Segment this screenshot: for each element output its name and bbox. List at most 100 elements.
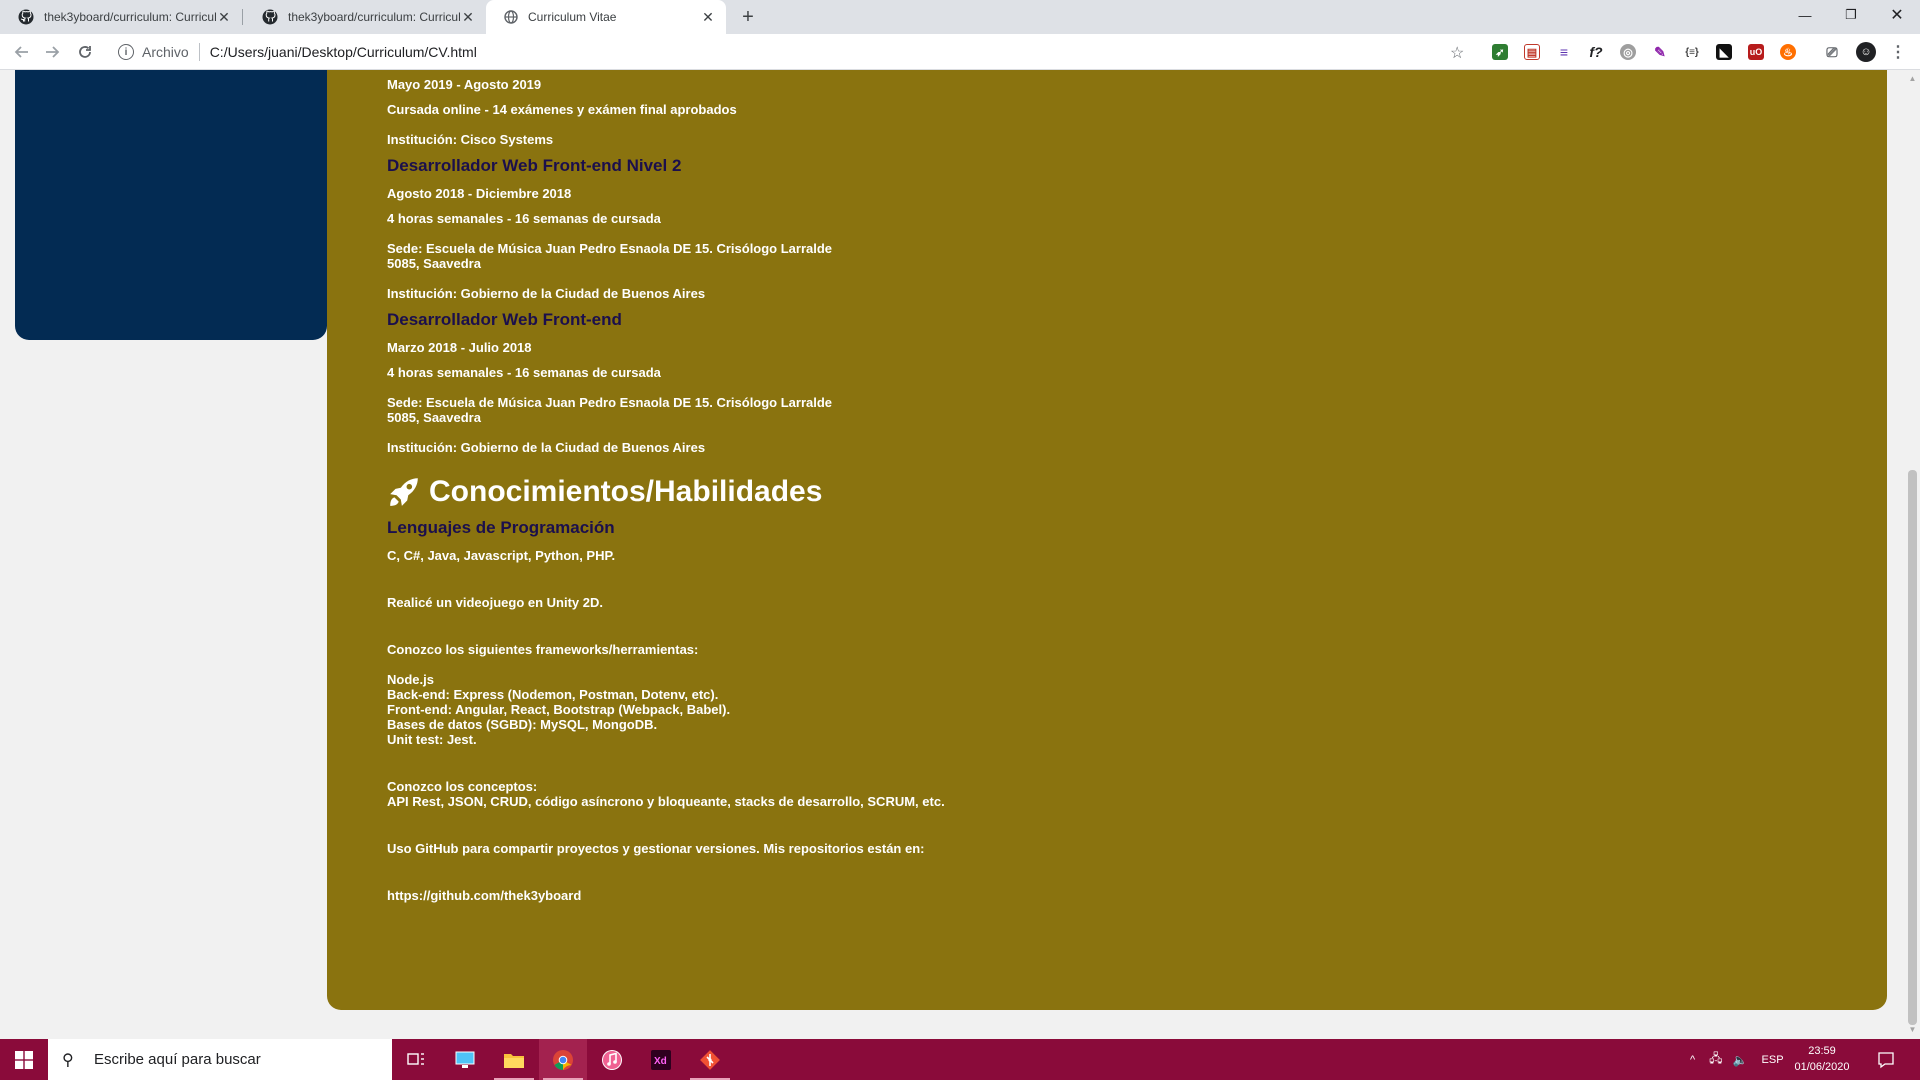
skills-text: Uso GitHub para compartir proyectos y ge… xyxy=(387,841,925,856)
new-tab-button[interactable]: + xyxy=(736,5,760,29)
globe-icon xyxy=(504,10,518,24)
monitor-icon xyxy=(455,1051,475,1068)
minimize-button[interactable]: — xyxy=(1782,0,1828,30)
language-indicator[interactable]: ESP xyxy=(1762,1054,1784,1066)
page-viewport: Mayo 2019 - Agosto 2019 Cursada online -… xyxy=(0,70,1905,1039)
bookmark-star-icon[interactable]: ☆ xyxy=(1450,43,1464,63)
chevron-up-icon[interactable]: ^ xyxy=(1690,1054,1695,1066)
course-dates: Agosto 2018 - Diciembre 2018 xyxy=(387,186,572,201)
address-bar[interactable]: i Archivo C:/Users/juani/Desktop/Curricu… xyxy=(108,38,1468,66)
reload-button[interactable] xyxy=(73,40,97,64)
start-button[interactable] xyxy=(0,1039,48,1080)
course-institution: Institución: Gobierno de la Ciudad de Bu… xyxy=(387,440,706,455)
close-window-button[interactable]: ✕ xyxy=(1874,0,1920,30)
network-icon[interactable]: 🖧 xyxy=(1709,1049,1722,1070)
subsection-title: Lenguajes de Programación xyxy=(387,518,615,537)
svg-text:Xd: Xd xyxy=(654,1056,667,1067)
extension-formula-icon[interactable]: f? xyxy=(1588,44,1604,60)
skills-text: Front-end: Angular, React, Bootstrap (We… xyxy=(387,702,731,717)
course-venue: Sede: Escuela de Música Juan Pedro Esnao… xyxy=(387,241,833,256)
scroll-up-icon[interactable]: ▲ xyxy=(1908,74,1917,84)
close-tab-icon[interactable]: ✕ xyxy=(216,9,232,25)
scroll-down-icon[interactable]: ▼ xyxy=(1908,1025,1917,1035)
skills-text: Back-end: Express (Nodemon, Postman, Dot… xyxy=(387,687,719,702)
tab-github-1[interactable]: thek3yboard/curriculum: Curricul ✕ xyxy=(0,0,242,34)
taskbar-app-file-explorer[interactable] xyxy=(490,1039,538,1080)
tab-github-2[interactable]: thek3yboard/curriculum: Curricul ✕ xyxy=(244,0,486,34)
section-title-skills: Conocimientos/Habilidades xyxy=(387,474,822,510)
taskbar-clock[interactable]: 23:59 01/06/2020 xyxy=(1790,1043,1854,1075)
folder-icon xyxy=(504,1053,524,1068)
extension-pen-icon[interactable]: ✎ xyxy=(1652,44,1668,60)
course-venue: Sede: Escuela de Música Juan Pedro Esnao… xyxy=(387,395,833,410)
main-content-card: Mayo 2019 - Agosto 2019 Cursada online -… xyxy=(327,70,1887,1010)
course-venue-address: 5085, Saavedra xyxy=(387,410,481,425)
windows-taskbar: ⚲ Escribe aquí para buscar Xd ^ 🖧 🔈 ESP … xyxy=(0,1039,1920,1080)
tab-label: thek3yboard/curriculum: Curricul xyxy=(44,10,216,24)
task-view-button[interactable] xyxy=(392,1039,440,1080)
tab-label: Curriculum Vitae xyxy=(528,10,617,24)
page-scrollbar[interactable]: ▲ ▼ xyxy=(1905,70,1920,1039)
notification-icon xyxy=(1878,1051,1894,1068)
course-detail: 4 horas semanales - 16 semanas de cursad… xyxy=(387,211,661,226)
clock-time: 23:59 xyxy=(1808,1045,1836,1057)
info-icon[interactable]: i xyxy=(118,44,134,60)
scrollbar-thumb[interactable] xyxy=(1908,470,1917,1025)
taskbar-app-git[interactable] xyxy=(686,1039,734,1080)
course-dates: Mayo 2019 - Agosto 2019 xyxy=(387,77,542,92)
chrome-icon xyxy=(553,1049,573,1070)
profile-avatar[interactable]: ☺ xyxy=(1856,42,1876,62)
extension-circle-icon[interactable]: ◎ xyxy=(1620,44,1636,60)
skills-text: Conozco los siguientes frameworks/herram… xyxy=(387,642,699,657)
close-tab-icon[interactable]: ✕ xyxy=(460,9,476,25)
address-scheme: Archivo xyxy=(142,44,189,60)
taskbar-app-desktop[interactable] xyxy=(441,1039,489,1080)
taskbar-app-chrome[interactable] xyxy=(539,1039,587,1080)
extension-shield-icon[interactable]: uO xyxy=(1748,44,1764,60)
back-button[interactable] xyxy=(10,40,34,64)
tab-curriculum-vitae[interactable]: Curriculum Vitae ✕ xyxy=(486,0,726,34)
course-title: Desarrollador Web Front-end Nivel 2 xyxy=(387,156,682,175)
tab-label: thek3yboard/curriculum: Curricul xyxy=(288,10,460,24)
taskbar-app-adobe-xd[interactable]: Xd xyxy=(637,1039,685,1080)
system-tray: ^ 🖧 🔈 ESP xyxy=(1690,1039,1784,1080)
tab-separator xyxy=(242,9,243,25)
rocket-icon xyxy=(390,478,418,506)
browser-toolbar: i Archivo C:/Users/juani/Desktop/Curricu… xyxy=(0,34,1920,70)
skills-text: API Rest, JSON, CRUD, código asíncrono y… xyxy=(387,794,945,809)
extension-feather-icon[interactable]: ➶ xyxy=(1492,44,1508,60)
restore-button[interactable]: ❐ xyxy=(1828,0,1874,30)
github-icon xyxy=(262,9,278,25)
search-icon: ⚲ xyxy=(62,1051,74,1069)
address-url[interactable]: C:/Users/juani/Desktop/Curriculum/CV.htm… xyxy=(210,44,477,60)
sidebar-card xyxy=(15,70,327,340)
search-placeholder: Escribe aquí para buscar xyxy=(94,1051,261,1068)
cast-icon[interactable]: ⎚ xyxy=(1824,44,1840,60)
music-icon xyxy=(602,1049,622,1070)
skills-text: Node.js xyxy=(387,672,434,687)
browser-tab-bar: thek3yboard/curriculum: Curricul ✕ thek3… xyxy=(0,0,1920,34)
extension-lines-icon[interactable]: ≡ xyxy=(1556,44,1572,60)
extension-calendar-icon[interactable]: ▤ xyxy=(1524,44,1540,60)
volume-icon[interactable]: 🔈 xyxy=(1733,1053,1748,1067)
clock-date: 01/06/2020 xyxy=(1794,1061,1850,1073)
extension-dark-icon[interactable]: ◣ xyxy=(1716,44,1732,60)
notifications-button[interactable] xyxy=(1862,1039,1910,1080)
taskbar-search[interactable]: ⚲ Escribe aquí para buscar xyxy=(48,1039,392,1080)
skills-languages: C, C#, Java, Javascript, Python, PHP. xyxy=(387,548,616,563)
forward-button[interactable] xyxy=(40,40,64,64)
course-venue-address: 5085, Saavedra xyxy=(387,256,481,271)
address-divider xyxy=(198,43,200,61)
taskbar-app-music[interactable] xyxy=(588,1039,636,1080)
course-title: Desarrollador Web Front-end xyxy=(387,310,622,329)
skills-text: Unit test: Jest. xyxy=(387,732,477,747)
course-detail: 4 horas semanales - 16 semanas de cursad… xyxy=(387,365,661,380)
course-dates: Marzo 2018 - Julio 2018 xyxy=(387,340,532,355)
menu-kebab-icon[interactable]: ⋮ xyxy=(1890,44,1906,61)
adobe-xd-icon: Xd xyxy=(651,1049,671,1070)
extension-brackets-icon[interactable]: {≡} xyxy=(1684,44,1700,60)
github-link[interactable]: https://github.com/thek3yboard xyxy=(387,888,581,903)
extension-fire-icon[interactable]: ♨ xyxy=(1780,44,1796,60)
reload-icon xyxy=(79,46,91,58)
close-tab-icon[interactable]: ✕ xyxy=(700,9,716,25)
